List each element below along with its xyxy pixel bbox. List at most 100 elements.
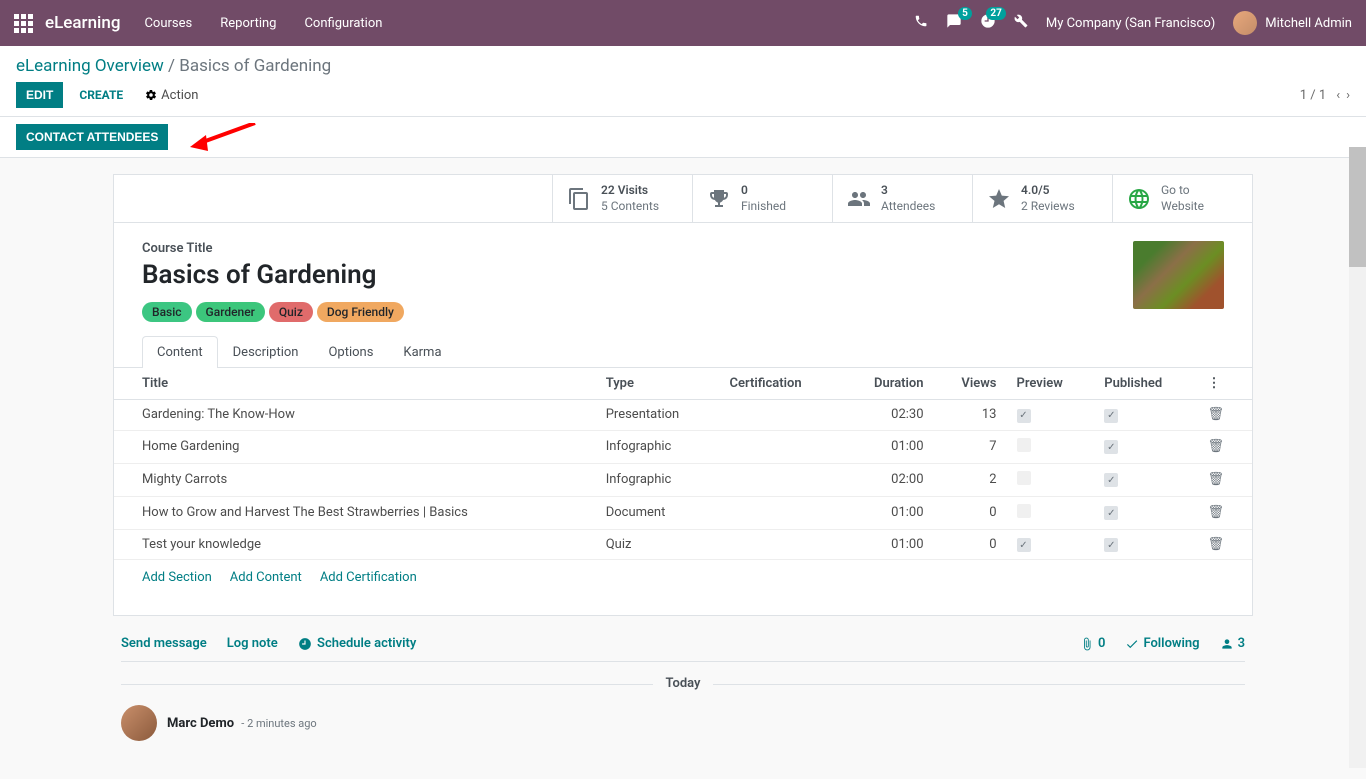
clock-small-icon bbox=[298, 637, 312, 651]
cell-title: How to Grow and Harvest The Best Strawbe… bbox=[114, 496, 596, 529]
menu-configuration[interactable]: Configuration bbox=[304, 16, 382, 31]
stat-visits[interactable]: 22 Visits5 Contents bbox=[552, 175, 692, 222]
schedule-activity-button[interactable]: Schedule activity bbox=[298, 636, 417, 651]
cell-duration: 01:00 bbox=[841, 430, 933, 463]
content-actions: Add Section Add Content Add Certificatio… bbox=[114, 560, 1252, 615]
cell-type: Document bbox=[596, 496, 720, 529]
company-name[interactable]: My Company (San Francisco) bbox=[1046, 16, 1215, 31]
table-row[interactable]: Mighty CarrotsInfographic02:002✓🗑 bbox=[114, 463, 1252, 496]
cell-preview: ✓ bbox=[1007, 529, 1095, 560]
cell-preview: ✓ bbox=[1007, 400, 1095, 431]
cell-certification bbox=[720, 496, 842, 529]
stat-reviews[interactable]: 4.0/5 2 Reviews bbox=[972, 175, 1112, 222]
stat-website-line2: Website bbox=[1161, 199, 1204, 213]
stat-visits-label: 5 Contents bbox=[601, 199, 659, 213]
menu-reporting[interactable]: Reporting bbox=[220, 16, 276, 31]
stat-attendees[interactable]: 3Attendees bbox=[832, 175, 972, 222]
checkbox-icon[interactable]: ✓ bbox=[1104, 473, 1118, 487]
checkbox-icon[interactable]: ✓ bbox=[1017, 409, 1031, 423]
edit-button[interactable]: EDIT bbox=[16, 82, 63, 108]
contact-attendees-button[interactable]: CONTACT ATTENDEES bbox=[16, 124, 168, 150]
checkbox-icon[interactable]: ✓ bbox=[1017, 538, 1031, 552]
table-row[interactable]: Test your knowledgeQuiz01:000✓✓🗑 bbox=[114, 529, 1252, 560]
checkbox-icon[interactable] bbox=[1017, 471, 1031, 485]
add-content-link[interactable]: Add Content bbox=[230, 570, 302, 585]
clock-badge: 27 bbox=[986, 7, 1005, 20]
scrollbar-thumb[interactable] bbox=[1349, 147, 1366, 267]
schedule-activity-label: Schedule activity bbox=[317, 636, 416, 651]
cell-views: 7 bbox=[934, 430, 1007, 463]
checkbox-icon[interactable]: ✓ bbox=[1104, 538, 1118, 552]
pager-prev-icon[interactable]: ‹ bbox=[1336, 88, 1340, 103]
date-divider: Today bbox=[121, 676, 1245, 691]
col-menu-icon[interactable]: ⋮ bbox=[1197, 368, 1252, 400]
wrench-icon[interactable] bbox=[1014, 14, 1028, 32]
create-button[interactable]: CREATE bbox=[71, 82, 131, 108]
delete-row-icon[interactable]: 🗑 bbox=[1197, 463, 1252, 496]
breadcrumb-current: Basics of Gardening bbox=[179, 56, 331, 76]
checkbox-icon[interactable]: ✓ bbox=[1104, 506, 1118, 520]
stat-reviews-label: 2 Reviews bbox=[1021, 199, 1075, 213]
checkbox-icon[interactable]: ✓ bbox=[1104, 440, 1118, 454]
cell-published: ✓ bbox=[1094, 400, 1197, 431]
stat-buttons: 22 Visits5 Contents 0Finished 3Attendees… bbox=[114, 175, 1252, 223]
clock-icon[interactable]: 27 bbox=[980, 13, 996, 33]
table-row[interactable]: Home GardeningInfographic01:007✓🗑 bbox=[114, 430, 1252, 463]
stat-reviews-value: 4.0/5 bbox=[1021, 183, 1050, 197]
cell-type: Presentation bbox=[596, 400, 720, 431]
scrollbar[interactable] bbox=[1349, 147, 1366, 768]
checkbox-icon[interactable] bbox=[1017, 504, 1031, 518]
table-row[interactable]: Gardening: The Know-HowPresentation02:30… bbox=[114, 400, 1252, 431]
cell-preview bbox=[1007, 463, 1095, 496]
tab-content[interactable]: Content bbox=[142, 336, 218, 368]
stat-finished[interactable]: 0Finished bbox=[692, 175, 832, 222]
apps-icon[interactable] bbox=[14, 14, 33, 33]
date-divider-label: Today bbox=[653, 676, 712, 691]
tab-karma[interactable]: Karma bbox=[388, 336, 456, 368]
action-dropdown[interactable]: Action bbox=[145, 88, 198, 103]
checkbox-icon[interactable] bbox=[1017, 438, 1031, 452]
delete-row-icon[interactable]: 🗑 bbox=[1197, 496, 1252, 529]
stat-website[interactable]: Go toWebsite bbox=[1112, 175, 1252, 222]
followers-button[interactable]: 3 bbox=[1220, 636, 1245, 651]
menu-courses[interactable]: Courses bbox=[144, 16, 192, 31]
user-menu[interactable]: Mitchell Admin bbox=[1233, 11, 1352, 35]
attachments-button[interactable]: 0 bbox=[1080, 636, 1105, 651]
tab-description[interactable]: Description bbox=[218, 336, 314, 368]
col-certification: Certification bbox=[720, 368, 842, 400]
gear-icon bbox=[145, 89, 157, 101]
add-certification-link[interactable]: Add Certification bbox=[320, 570, 417, 585]
log-note-button[interactable]: Log note bbox=[227, 636, 278, 651]
message-avatar-icon bbox=[121, 705, 157, 741]
cell-duration: 02:00 bbox=[841, 463, 933, 496]
cell-certification bbox=[720, 430, 842, 463]
checkbox-icon[interactable]: ✓ bbox=[1104, 409, 1118, 423]
pager-next-icon[interactable]: › bbox=[1346, 88, 1350, 103]
person-icon bbox=[1220, 637, 1234, 651]
send-message-button[interactable]: Send message bbox=[121, 636, 207, 651]
cell-type: Quiz bbox=[596, 529, 720, 560]
col-published: Published bbox=[1094, 368, 1197, 400]
cell-title: Mighty Carrots bbox=[114, 463, 596, 496]
delete-row-icon[interactable]: 🗑 bbox=[1197, 430, 1252, 463]
stat-attendees-label: Attendees bbox=[881, 199, 935, 213]
breadcrumb: eLearning Overview / Basics of Gardening bbox=[16, 56, 1350, 82]
content-table: Title Type Certification Duration Views … bbox=[114, 368, 1252, 560]
brand-title[interactable]: eLearning bbox=[45, 13, 120, 33]
cell-type: Infographic bbox=[596, 430, 720, 463]
add-section-link[interactable]: Add Section bbox=[142, 570, 212, 585]
people-icon bbox=[847, 187, 871, 211]
breadcrumb-root[interactable]: eLearning Overview bbox=[16, 56, 164, 76]
chat-icon[interactable]: 5 bbox=[946, 13, 962, 33]
delete-row-icon[interactable]: 🗑 bbox=[1197, 529, 1252, 560]
tab-options[interactable]: Options bbox=[313, 336, 388, 368]
phone-icon[interactable] bbox=[914, 14, 928, 32]
globe-icon bbox=[1127, 187, 1151, 211]
table-row[interactable]: How to Grow and Harvest The Best Strawbe… bbox=[114, 496, 1252, 529]
following-button[interactable]: Following bbox=[1125, 636, 1199, 651]
main-menu: Courses Reporting Configuration bbox=[144, 16, 382, 31]
breadcrumb-sep: / bbox=[168, 56, 179, 76]
form-scroll-area[interactable]: 22 Visits5 Contents 0Finished 3Attendees… bbox=[0, 158, 1366, 779]
delete-row-icon[interactable]: 🗑 bbox=[1197, 400, 1252, 431]
tag: Gardener bbox=[196, 302, 265, 322]
